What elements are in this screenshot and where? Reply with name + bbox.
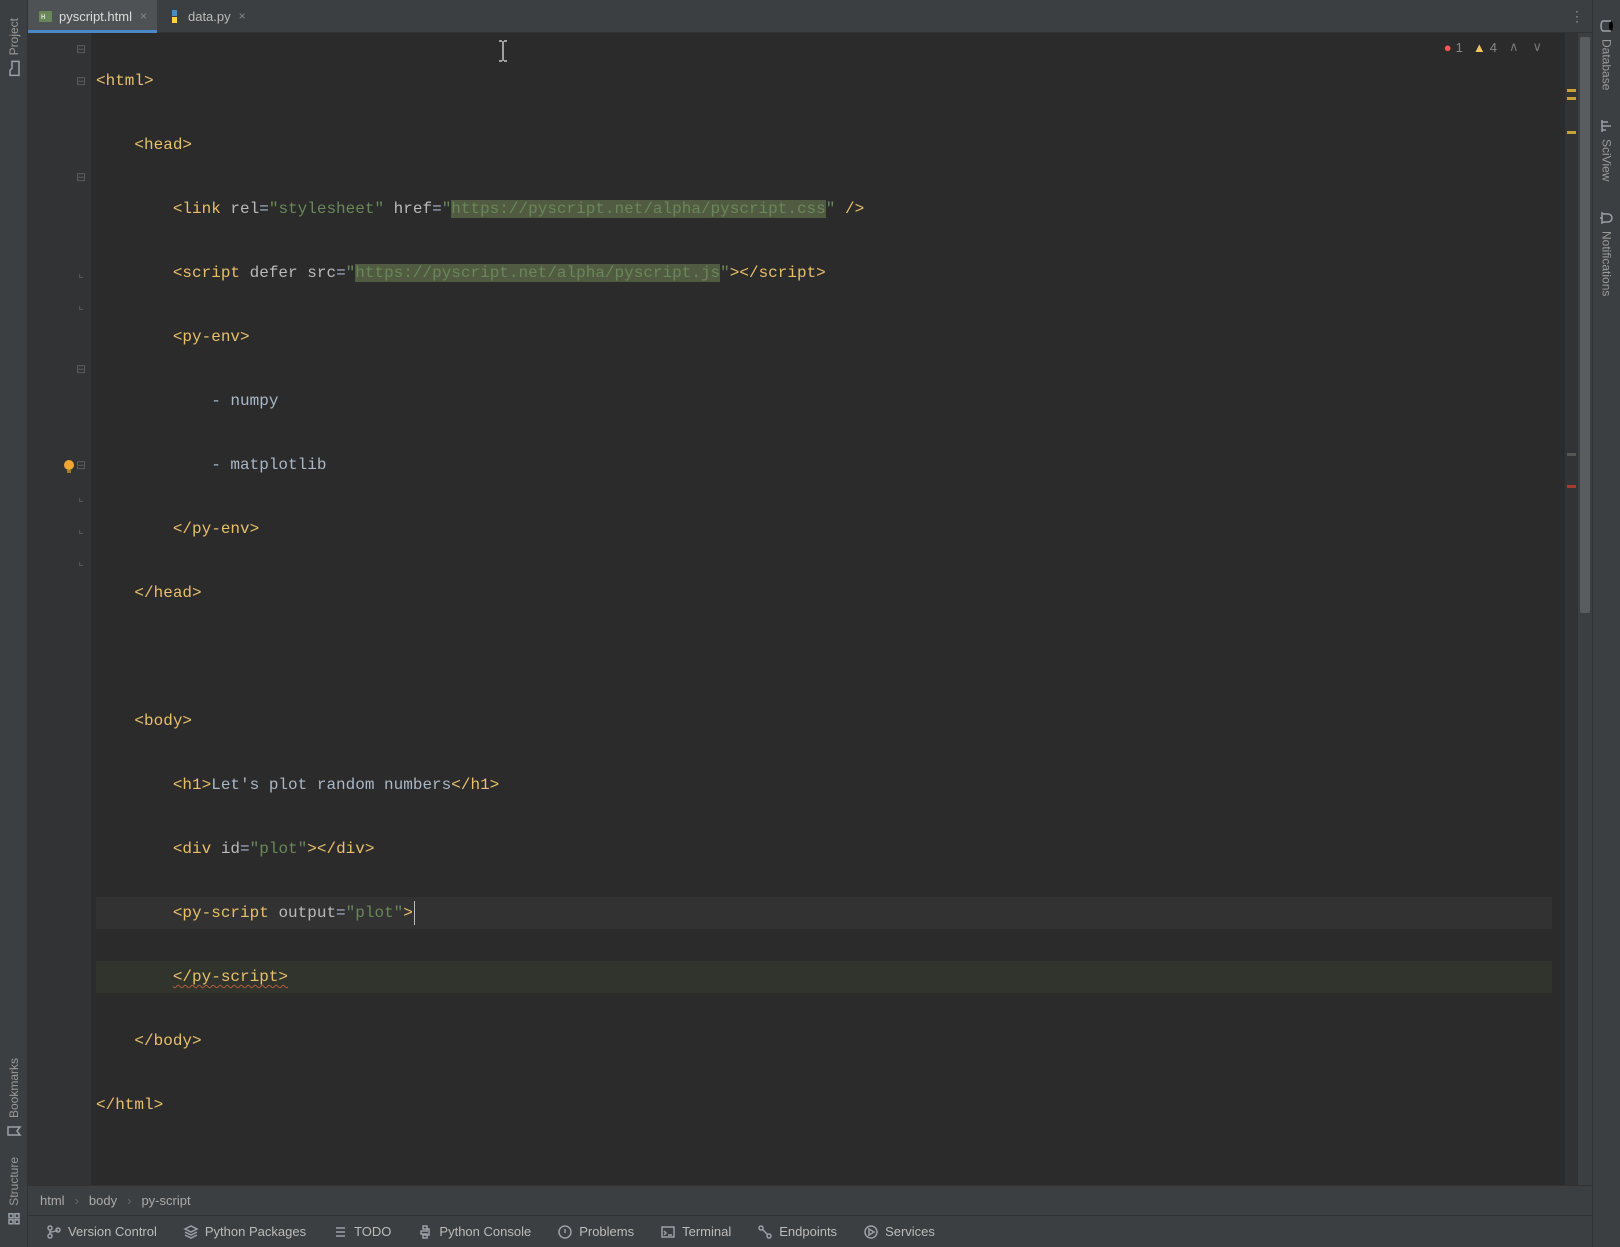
tab-label: data.py (188, 9, 231, 24)
terminal-icon (660, 1224, 676, 1240)
python-file-icon (167, 9, 182, 24)
python-icon (417, 1224, 433, 1240)
tabs-menu-icon[interactable]: ⋮ (1562, 0, 1592, 32)
bookmarks-tool-label: Bookmarks (7, 1058, 21, 1118)
database-tool[interactable]: Database (1597, 14, 1617, 94)
chevron-right-icon: › (127, 1193, 131, 1208)
error-stripe[interactable] (1564, 33, 1578, 1185)
play-icon (863, 1224, 879, 1240)
right-tool-strip: Database SciView Notifications (1592, 0, 1620, 1247)
fold-end-icon[interactable]: ⌞ (75, 491, 87, 503)
editor[interactable]: ●1 ▲4 ∧ ∨ ⊟ ⊟ ⊟ ⌞ ⌞ ⊟ ⊟ ⌞ ⌞ ⌞ (28, 33, 1592, 1185)
structure-tool-label: Structure (7, 1157, 21, 1206)
python-console-tool[interactable]: Python Console (405, 1216, 543, 1247)
left-tool-strip: Project Bookmarks Structure (0, 0, 28, 1247)
database-tool-label: Database (1600, 39, 1614, 90)
vcs-tool[interactable]: Version Control (34, 1216, 169, 1247)
tab-pyscript-html[interactable]: H pyscript.html × (28, 0, 157, 32)
branch-icon (46, 1224, 62, 1240)
chevron-right-icon: › (75, 1193, 79, 1208)
fold-icon[interactable]: ⊟ (75, 363, 87, 375)
html-file-icon: H (38, 9, 53, 24)
fold-icon[interactable]: ⊟ (75, 171, 87, 183)
todo-tool[interactable]: TODO (320, 1216, 403, 1247)
caret (414, 901, 415, 925)
stack-icon (183, 1224, 199, 1240)
close-icon[interactable]: × (140, 9, 147, 23)
svg-text:H: H (41, 14, 45, 22)
notifications-tool[interactable]: Notifications (1597, 206, 1617, 300)
fold-end-icon[interactable]: ⌞ (75, 267, 87, 279)
structure-icon (6, 1211, 22, 1227)
services-tool[interactable]: Services (851, 1216, 947, 1247)
notifications-tool-label: Notifications (1600, 231, 1614, 296)
fold-end-icon[interactable]: ⌞ (75, 555, 87, 567)
endpoints-tool[interactable]: Endpoints (745, 1216, 849, 1247)
structure-tool[interactable]: Structure (4, 1153, 24, 1231)
crumb[interactable]: py-script (141, 1193, 190, 1208)
list-icon (332, 1224, 348, 1240)
breadcrumbs[interactable]: html › body › py-script (28, 1185, 1592, 1215)
tab-label: pyscript.html (59, 9, 132, 24)
crumb[interactable]: html (40, 1193, 65, 1208)
python-packages-tool[interactable]: Python Packages (171, 1216, 318, 1247)
sciview-tool-label: SciView (1600, 139, 1614, 181)
fold-end-icon[interactable]: ⌞ (75, 523, 87, 535)
alert-icon (557, 1224, 573, 1240)
fold-end-icon[interactable]: ⌞ (75, 299, 87, 311)
bottom-tool-bar: Version Control Python Packages TODO Pyt… (28, 1215, 1592, 1247)
project-tool[interactable]: Project (4, 14, 24, 80)
crumb[interactable]: body (89, 1193, 117, 1208)
fold-icon[interactable]: ⊟ (75, 43, 87, 55)
vertical-scrollbar[interactable] (1578, 33, 1592, 1185)
database-icon (1599, 18, 1615, 34)
sciview-tool[interactable]: SciView (1597, 114, 1617, 185)
code-text[interactable]: <html> <head> <link rel="stylesheet" hre… (92, 33, 1564, 1185)
problems-tool[interactable]: Problems (545, 1216, 646, 1247)
close-icon[interactable]: × (239, 9, 246, 23)
endpoints-icon (757, 1224, 773, 1240)
folder-icon (6, 60, 22, 76)
terminal-tool[interactable]: Terminal (648, 1216, 743, 1247)
bookmarks-tool[interactable]: Bookmarks (4, 1054, 24, 1143)
sciview-icon (1599, 118, 1615, 134)
tab-data-py[interactable]: data.py × (157, 0, 256, 32)
intention-bulb-icon[interactable] (60, 457, 78, 475)
bell-icon (1599, 210, 1615, 226)
fold-icon[interactable]: ⊟ (75, 75, 87, 87)
bookmark-icon (6, 1123, 22, 1139)
project-tool-label: Project (7, 18, 21, 55)
gutter[interactable]: ⊟ ⊟ ⊟ ⌞ ⌞ ⊟ ⊟ ⌞ ⌞ ⌞ (28, 33, 92, 1185)
editor-tabs: H pyscript.html × data.py × ⋮ (28, 0, 1592, 33)
